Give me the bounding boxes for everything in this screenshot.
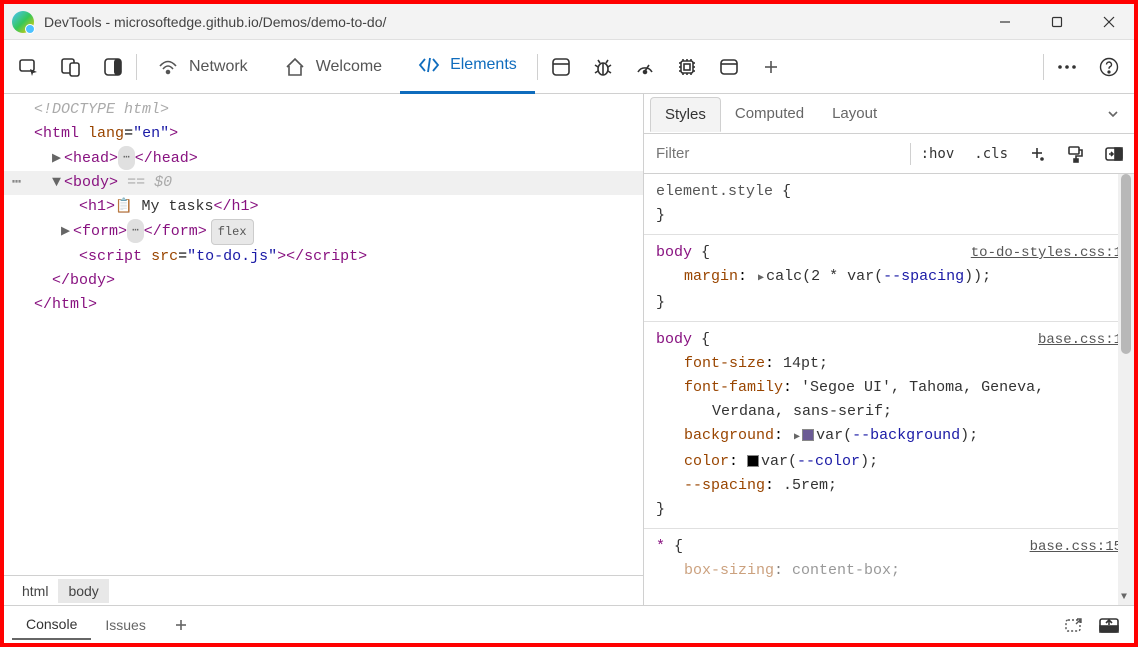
drawer-expand-icon[interactable] <box>1064 616 1086 634</box>
tab-elements[interactable]: Elements <box>400 40 535 94</box>
cls-toggle[interactable]: .cls <box>964 134 1018 173</box>
paint-icon[interactable] <box>1056 134 1094 173</box>
rule-element-style[interactable]: element.style { } <box>644 174 1134 235</box>
drawer: Console Issues <box>4 605 1134 643</box>
performance-icon[interactable] <box>624 40 666 94</box>
home-icon <box>284 56 306 78</box>
minimize-button[interactable] <box>996 13 1014 31</box>
new-style-rule-icon[interactable] <box>1018 134 1056 173</box>
inspect-element-icon[interactable] <box>8 40 50 94</box>
main-toolbar: Network Welcome Elements <box>4 40 1134 94</box>
drawer-collapse-icon[interactable] <box>1098 616 1120 634</box>
window-title: DevTools - microsoftedge.github.io/Demos… <box>44 14 386 30</box>
drawer-tab-issues[interactable]: Issues <box>91 611 159 639</box>
maximize-button[interactable] <box>1048 13 1066 31</box>
tab-welcome[interactable]: Welcome <box>266 40 400 94</box>
hov-toggle[interactable]: :hov <box>911 134 965 173</box>
source-link[interactable]: to-do-styles.css:1 <box>971 241 1122 265</box>
elements-icon <box>418 54 440 76</box>
more-options-icon[interactable] <box>1046 40 1088 94</box>
selected-node-body[interactable]: ▼<body> == $0 <box>4 171 643 195</box>
breadcrumbs: html body <box>4 575 643 605</box>
crumb-body[interactable]: body <box>58 579 108 603</box>
chevron-down-icon[interactable] <box>1098 107 1128 121</box>
rule-star[interactable]: * {base.css:15 box-sizing: content-box; <box>644 529 1134 589</box>
styles-scrollbar[interactable]: ▼ <box>1118 174 1134 605</box>
rule-body-2[interactable]: body {base.css:1 font-size: 14pt; font-f… <box>644 322 1134 529</box>
flex-badge[interactable]: flex <box>211 219 254 245</box>
sources-bug-icon[interactable] <box>582 40 624 94</box>
wifi-icon <box>157 56 179 78</box>
computed-toggle-icon[interactable] <box>1094 134 1134 173</box>
dom-tree[interactable]: <!DOCTYPE html> <html lang="en"> ▶<head>… <box>4 94 643 575</box>
tab-network[interactable]: Network <box>139 40 266 94</box>
tab-elements-label: Elements <box>450 56 517 74</box>
dom-panel: <!DOCTYPE html> <html lang="en"> ▶<head>… <box>4 94 643 605</box>
styles-tab-layout[interactable]: Layout <box>818 97 891 130</box>
source-link[interactable]: base.css:15 <box>1030 535 1122 559</box>
styles-panel: Styles Computed Layout :hov .cls element… <box>643 94 1134 605</box>
application-icon[interactable] <box>540 40 582 94</box>
add-tab-icon[interactable] <box>750 40 792 94</box>
styles-tab-computed[interactable]: Computed <box>721 97 818 130</box>
dock-side-icon[interactable] <box>92 40 134 94</box>
help-icon[interactable] <box>1088 40 1130 94</box>
tab-welcome-label: Welcome <box>316 58 382 76</box>
browser-icon[interactable] <box>708 40 750 94</box>
add-drawer-tab-icon[interactable] <box>160 618 202 632</box>
memory-icon[interactable] <box>666 40 708 94</box>
rule-body-1[interactable]: body {to-do-styles.css:1 margin: ▶calc(2… <box>644 235 1134 322</box>
source-link[interactable]: base.css:1 <box>1038 328 1122 352</box>
device-toolbar-icon[interactable] <box>50 40 92 94</box>
color-swatch-icon[interactable] <box>747 455 759 467</box>
styles-tab-styles[interactable]: Styles <box>650 97 721 132</box>
drawer-tab-console[interactable]: Console <box>12 610 91 640</box>
styles-filter-input[interactable] <box>644 134 910 173</box>
tab-network-label: Network <box>189 58 248 76</box>
crumb-html[interactable]: html <box>12 579 58 603</box>
close-button[interactable] <box>1100 13 1118 31</box>
devtools-app-icon <box>12 11 34 33</box>
titlebar: DevTools - microsoftedge.github.io/Demos… <box>4 4 1134 40</box>
color-swatch-icon[interactable] <box>802 429 814 441</box>
